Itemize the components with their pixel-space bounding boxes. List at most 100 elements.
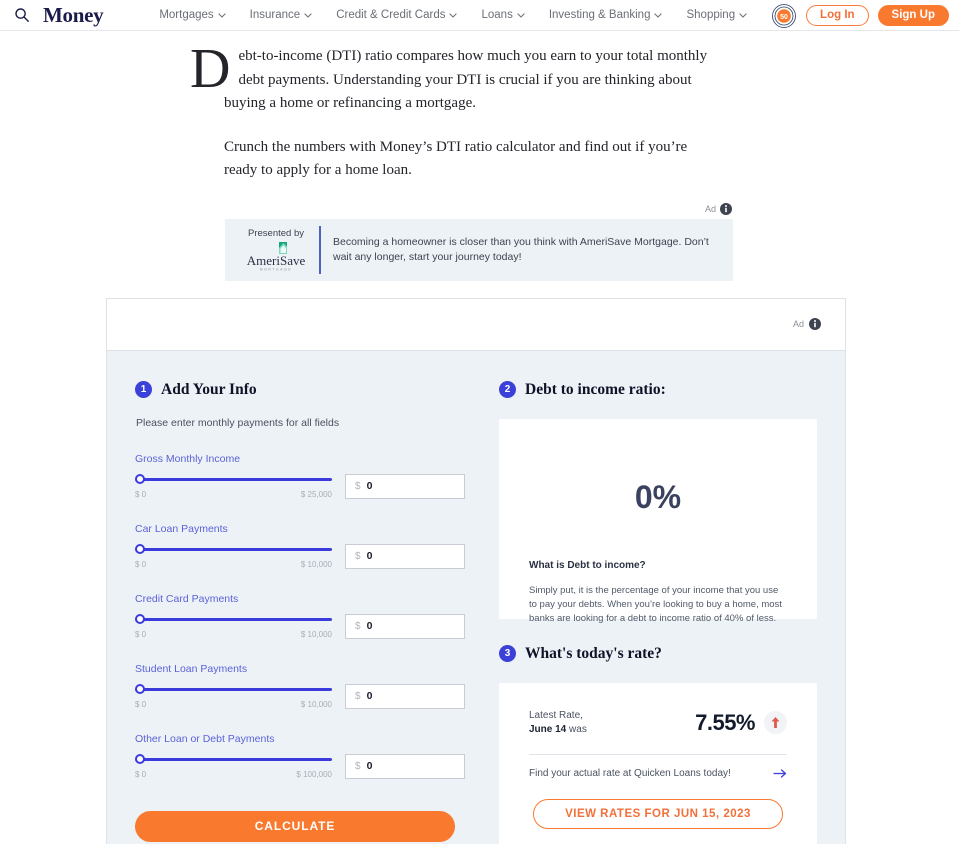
step-2-header: 2 Debt to income ratio: [499,381,817,399]
rate-date: June 14 [529,723,567,735]
slider-max-label: $ 10,000 [300,699,332,709]
calculator-results-column: 2 Debt to income ratio: 0% What is Debt … [499,381,817,844]
slider-thumb[interactable] [135,473,145,484]
currency-symbol: $ [355,620,361,632]
info-icon[interactable] [809,318,821,330]
calculator-ad-bar: Ad [107,298,845,351]
ad-label: Ad [792,319,804,329]
nav-label: Investing & Banking [548,9,651,21]
input-value: 0 [366,760,373,772]
ad-disclosure-row: Ad [225,202,733,215]
arrow-right-icon[interactable] [773,768,787,779]
slider-credit-card-payments[interactable]: $ 0 $ 10,000 [135,613,332,639]
rate-date-suffix: was [569,723,587,735]
slider-max-label: $ 25,000 [300,489,332,499]
amerisave-logo-icon: AmeriSave MORTGAGE [247,241,306,271]
quicken-loans-link-text: Find your actual rate at Quicken Loans t… [529,767,731,779]
svg-text:AmeriSave: AmeriSave [247,253,306,268]
currency-symbol: $ [355,760,361,772]
field-label: Credit Card Payments [135,592,239,605]
rate-trend-badge [764,711,787,734]
presented-by-banner[interactable]: Presented by AmeriSave MORTGAGE Becoming… [225,218,733,281]
nav-label: Loans [481,9,513,21]
slider-gross-monthly-income[interactable]: $ 0 $ 25,000 [135,473,332,499]
input-car-loan-payments[interactable]: $ 0 [345,543,465,569]
slider-track-line [135,687,332,691]
slider-max-label: $ 10,000 [300,559,332,569]
slider-min-label: $ 0 [135,629,147,639]
input-gross-monthly-income[interactable]: $ 0 [345,473,465,499]
field-gross-monthly-income: Gross Monthly Income $ 0 $ 25,000 $ 0 [135,453,465,499]
nav-item-shopping[interactable]: Shopping [686,9,747,21]
slider-track[interactable] [135,753,332,764]
anniversary-50-badge-icon[interactable]: 50 [771,3,797,29]
rate-date-block: Latest Rate, June 14 was [529,709,587,737]
site-logo[interactable]: Money [43,3,104,28]
calculator-inputs-column: 1 Add Your Info Please enter monthly pay… [135,381,465,844]
site-header: Money Mortgages Insurance Credit & Credi… [0,0,959,31]
field-credit-card-payments: Credit Card Payments $ 0 $ 10,000 $ 0 [135,593,465,639]
input-credit-card-payments[interactable]: $ 0 [345,613,465,639]
slider-min-label: $ 0 [135,769,147,779]
rate-summary-row: Latest Rate, June 14 was 7.55% [529,709,787,737]
field-label: Student Loan Payments [135,662,248,675]
input-value: 0 [366,550,373,562]
chevron-down-icon [654,12,663,18]
nav-item-mortgages[interactable]: Mortgages [159,9,226,21]
signup-button[interactable]: Sign Up [877,5,949,26]
login-button[interactable]: Log In [806,5,869,26]
rate-value: 7.55% [695,709,755,735]
nav-item-credit-credit-cards[interactable]: Credit & Credit Cards [336,9,458,21]
slider-track-line [135,757,332,761]
nav-item-insurance[interactable]: Insurance [250,9,313,21]
nav-item-loans[interactable]: Loans [481,9,525,21]
presented-by-ad: Ad Presented by AmeriSave MORTGAGE Becom… [225,202,733,281]
calculator-body: 1 Add Your Info Please enter monthly pay… [107,351,845,844]
slider-other-loan-or-debt-payments[interactable]: $ 0 $ 100,000 [135,753,332,779]
article-paragraph-2: Crunch the numbers with Money’s DTI rati… [224,138,688,179]
presented-by-label: Presented by [248,227,304,239]
todays-rate-card: Latest Rate, June 14 was 7.55% Find your… [499,682,817,844]
slider-track[interactable] [135,473,332,484]
dti-ratio-value: 0% [634,478,682,515]
article-section: Debt-to-income (DTI) ratio compares how … [0,31,959,183]
step-2-title: Debt to income ratio: [525,380,666,398]
nav-label: Mortgages [159,9,214,21]
arrow-up-icon [771,717,780,728]
nav-item-investing-banking[interactable]: Investing & Banking [549,9,663,21]
article-body: Debt-to-income (DTI) ratio compares how … [190,41,724,183]
slider-thumb[interactable] [135,683,145,694]
slider-track[interactable] [135,543,332,554]
slider-track[interactable] [135,683,332,694]
advertiser-block: Presented by AmeriSave MORTGAGE [237,228,315,272]
step-3-title: What's today's rate? [525,644,662,662]
input-student-loan-payments[interactable]: $ 0 [345,683,465,709]
input-value: 0 [366,480,373,492]
slider-min-label: $ 0 [135,559,147,569]
field-label: Car Loan Payments [135,522,228,535]
field-car-loan-payments: Car Loan Payments $ 0 $ 10,000 $ 0 [135,523,465,569]
info-icon[interactable] [720,202,732,215]
chevron-down-icon [517,12,525,18]
input-other-loan-or-debt-payments[interactable]: $ 0 [345,753,465,779]
search-icon[interactable] [14,7,30,23]
step-1-title: Add Your Info [161,380,257,398]
chevron-down-icon [449,12,458,18]
quicken-loans-link-row[interactable]: Find your actual rate at Quicken Loans t… [529,768,787,779]
currency-symbol: $ [355,480,361,492]
slider-thumb[interactable] [135,753,145,764]
slider-thumb[interactable] [135,613,145,624]
chevron-down-icon [739,12,747,18]
chevron-down-icon [217,12,226,18]
slider-car-loan-payments[interactable]: $ 0 $ 10,000 [135,543,332,569]
slider-track-line [135,477,332,481]
slider-track[interactable] [135,613,332,624]
calculate-button[interactable]: CALCULATE [135,810,455,842]
slider-thumb[interactable] [135,543,145,554]
slider-max-label: $ 100,000 [296,769,332,779]
currency-symbol: $ [355,550,361,562]
paragraph-1-text: ebt-to-income (DTI) ratio compares how m… [224,48,708,111]
field-label: Other Loan or Debt Payments [135,732,275,745]
slider-student-loan-payments[interactable]: $ 0 $ 10,000 [135,683,332,709]
view-rates-button[interactable]: VIEW RATES FOR JUN 15, 2023 [533,798,783,829]
